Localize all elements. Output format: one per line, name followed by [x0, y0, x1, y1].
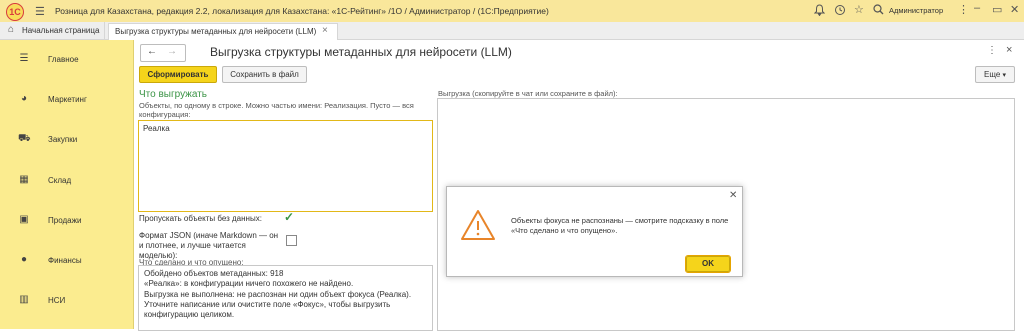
sidebar-item-finance[interactable]: ● Финансы: [0, 241, 133, 281]
sidebar-item-nsi[interactable]: ▥ НСИ: [0, 281, 133, 321]
pie-chart-icon: ◕: [20, 93, 28, 104]
sidebar-item-label: Финансы: [48, 256, 82, 265]
generate-button[interactable]: Сформировать: [139, 66, 217, 83]
section-hint: Объекты, по одному в строке. Можно часть…: [139, 101, 414, 119]
sidebar-item-purchases[interactable]: ⛟ Закупки: [0, 120, 133, 160]
dialog-message: Объекты фокуса не распознаны — смотрите …: [511, 216, 729, 235]
more-button[interactable]: Еще ▾: [975, 66, 1015, 83]
warning-icon: [460, 209, 496, 241]
main-menu-icon[interactable]: ☰: [35, 5, 45, 18]
back-arrow-icon[interactable]: ←: [147, 46, 157, 57]
form-menu-icon[interactable]: ⋮: [987, 45, 997, 56]
done-line: Выгрузка не выполнена: не распознан ни о…: [144, 289, 412, 299]
menu-dots-icon[interactable]: ⋮: [958, 3, 969, 16]
sidebar-item-sales[interactable]: ▣ Продажи: [0, 201, 133, 241]
tab-close-icon[interactable]: ×: [322, 25, 328, 36]
output-label: Выгрузка (скопируйте в чат или сохраните…: [438, 89, 618, 98]
section-title: Что выгружать: [139, 89, 208, 100]
coins-icon: ●: [20, 254, 28, 265]
minimize-icon[interactable]: –: [974, 2, 980, 14]
warehouse-icon: ▦: [19, 174, 29, 185]
sidebar-item-label: Склад: [48, 176, 72, 185]
history-icon[interactable]: [834, 4, 846, 19]
sidebar-item-label: Закупки: [48, 135, 78, 144]
nav-buttons: ← →: [140, 44, 186, 62]
star-icon[interactable]: ☆: [854, 3, 864, 16]
sidebar-item-warehouse[interactable]: ▦ Склад: [0, 161, 133, 201]
tab-home-label: Начальная страница: [22, 26, 100, 35]
home-icon: ⌂: [8, 24, 15, 35]
forward-arrow-icon[interactable]: →: [167, 46, 177, 57]
app-title: Розница для Казахстана, редакция 2.2, ло…: [55, 6, 549, 16]
sidebar-item-main[interactable]: ☰ Главное: [0, 40, 133, 80]
cart-icon: ⛟: [18, 133, 31, 144]
restore-icon[interactable]: ▭: [992, 3, 1002, 16]
json-format-label: Формат JSON (иначе Markdown — он и плотн…: [139, 231, 279, 260]
objects-input-value[interactable]: Реалка: [143, 124, 170, 133]
search-icon[interactable]: [873, 4, 884, 18]
sidebar-item-label: Маркетинг: [48, 95, 87, 104]
sidebar-item-marketing[interactable]: ◕ Маркетинг: [0, 80, 133, 120]
skip-empty-checkbox[interactable]: ✓: [284, 211, 295, 223]
form-close-icon[interactable]: ×: [1006, 44, 1012, 56]
books-icon: ▥: [19, 294, 29, 305]
app-logo-icon[interactable]: 1С: [6, 3, 24, 21]
sidebar-item-label: НСИ: [48, 296, 66, 305]
sidebar-item-label: Главное: [48, 55, 79, 64]
form-title: Выгрузка структуры метаданных для нейрос…: [210, 45, 512, 59]
close-icon[interactable]: ✕: [1010, 3, 1019, 16]
more-button-label: Еще: [983, 70, 1001, 79]
json-format-checkbox[interactable]: [286, 235, 297, 246]
tab-active[interactable]: Выгрузка структуры метаданных для нейрос…: [108, 23, 338, 40]
objects-input[interactable]: [138, 120, 433, 212]
tab-home[interactable]: ⌂ Начальная страница: [0, 22, 105, 39]
menu-icon: ☰: [19, 53, 29, 64]
done-line: Обойдено объектов метаданных: 918: [144, 269, 284, 278]
user-name[interactable]: Администратор: [889, 6, 943, 15]
done-line: «Реалка»: в конфигурации ничего похожего…: [144, 279, 354, 289]
cash-register-icon: ▣: [19, 214, 29, 225]
tab-active-label: Выгрузка структуры метаданных для нейрос…: [115, 27, 317, 36]
skip-empty-label: Пропускать объекты без данных:: [139, 214, 262, 223]
save-to-file-button[interactable]: Сохранить в файл: [222, 66, 307, 83]
bell-icon[interactable]: [813, 4, 826, 19]
ok-button[interactable]: OK: [685, 255, 731, 273]
sidebar: ☰ Главное ◕ Маркетинг ⛟ Закупки ▦ Склад …: [0, 40, 134, 329]
dialog-close-icon[interactable]: ✕: [729, 190, 737, 201]
done-line: Уточните написание или очистите поле «Фо…: [144, 299, 391, 320]
chevron-down-icon: ▾: [1002, 72, 1007, 79]
sidebar-item-label: Продажи: [48, 216, 82, 225]
done-text: Обойдено объектов метаданных: 918 «Реалк…: [144, 269, 429, 320]
